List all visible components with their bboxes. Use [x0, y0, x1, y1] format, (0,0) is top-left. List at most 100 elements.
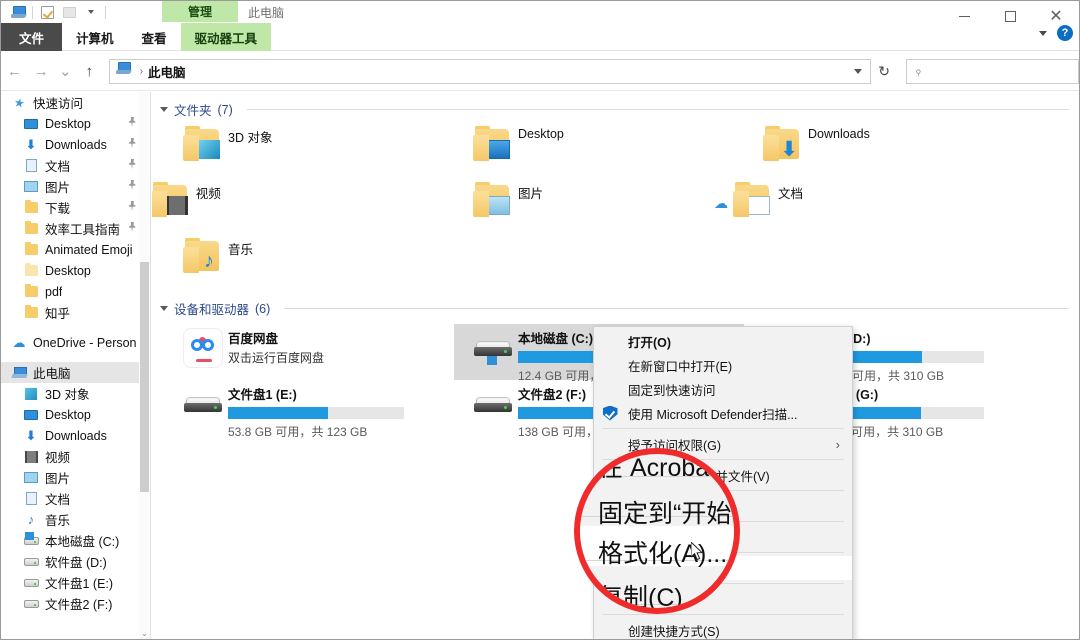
sidebar-item-21[interactable]: 软件盘 (D:) [1, 551, 150, 572]
sidebar-item-22[interactable]: 文件盘1 (E:) [1, 572, 150, 593]
sidebar-item-3[interactable]: 文档 [1, 155, 150, 176]
context-menu-item-label: 在新窗口中打开(E) [628, 356, 732, 375]
sidebar-item-18[interactable]: 文档 [1, 488, 150, 509]
sidebar-item-17[interactable]: 图片 [1, 467, 150, 488]
context-menu-item[interactable]: 打开(O) [594, 329, 852, 353]
navigation-pane[interactable]: ★快速访问Desktop⬇Downloads文档图片下载效率工具指南Animat… [1, 92, 151, 640]
context-menu-item[interactable]: 使用 Microsoft Defender扫描... [594, 401, 852, 425]
chevron-down-icon[interactable] [160, 107, 168, 112]
folders-group-header[interactable]: 文件夹 (7) [152, 92, 1079, 119]
drive-icon [468, 380, 518, 428]
sidebar-item-0[interactable]: ★ 快速访问 [1, 92, 150, 113]
folder-name: 音乐 [228, 239, 253, 258]
tab-computer[interactable]: 计算机 [62, 23, 128, 51]
sidebar-item-label: Downloads [45, 138, 107, 152]
sidebar-item-10[interactable]: 知乎 [1, 302, 150, 323]
sidebar-item-1[interactable]: Desktop [1, 113, 150, 134]
folder-tile[interactable]: 3D 对象 [164, 121, 454, 177]
context-menu-item[interactable]: 创建快捷方式(S) [594, 618, 852, 640]
breadcrumb-item-this-pc[interactable]: 此电脑 [148, 62, 186, 81]
baidu-netdisk-icon [178, 324, 228, 372]
sidebar-item-2[interactable]: ⬇Downloads [1, 134, 150, 155]
magnified-menu-item[interactable]: 固定到“开始”屏幕 [598, 494, 740, 530]
devices-group-header[interactable]: 设备和驱动器 (6) [152, 289, 1079, 318]
folder-tile[interactable]: Desktop [454, 121, 744, 177]
folder-tile[interactable]: ⟳视频 [164, 177, 454, 233]
sidebar-item-20[interactable]: 本地磁盘 (C:) [1, 530, 150, 551]
sidebar-item-9[interactable]: pdf [1, 281, 150, 302]
pin-icon[interactable] [128, 222, 138, 234]
drive-windows-icon [468, 324, 518, 372]
context-menu-item[interactable]: 在新窗口中打开(E) [594, 353, 852, 377]
pin-icon[interactable] [128, 138, 138, 150]
navigation-scrollbar[interactable]: ⌄ [139, 92, 150, 640]
sidebar-item-13[interactable]: 3D 对象 [1, 383, 150, 404]
magnified-menu-item[interactable]: 在 Acrobat 中合并文件(V) [598, 454, 740, 484]
magnified-menu-item[interactable]: 格式化(A)... [598, 534, 740, 570]
back-button[interactable]: ← [1, 57, 28, 85]
empty-cell [744, 233, 1034, 289]
chevron-down-icon[interactable] [1039, 31, 1047, 36]
sidebar-item-label: 软件盘 (D:) [45, 552, 107, 571]
chevron-down-icon[interactable] [854, 69, 862, 74]
sidebar-item-label: 视频 [45, 447, 70, 466]
chevron-down-icon[interactable] [160, 306, 168, 311]
scrollbar-thumb[interactable] [140, 262, 149, 492]
cloud-icon: ☁ [11, 335, 27, 351]
app-tile[interactable]: 百度网盘双击运行百度网盘 [164, 324, 454, 380]
sidebar-item-5[interactable]: 下载 [1, 197, 150, 218]
forward-button[interactable]: → [28, 57, 55, 85]
sidebar-item-15[interactable]: ⬇Downloads [1, 425, 150, 446]
sidebar-item-11[interactable]: ☁OneDrive - Person [1, 332, 150, 353]
sidebar-item-7[interactable]: Animated Emoji [1, 239, 150, 260]
help-icon[interactable]: ? [1057, 25, 1073, 41]
up-button[interactable]: ↑ [76, 57, 103, 85]
sidebar-item-4[interactable]: 图片 [1, 176, 150, 197]
sidebar-item-16[interactable]: 视频 [1, 446, 150, 467]
folder-name: 3D 对象 [228, 127, 272, 146]
folder-tile[interactable]: ♪音乐 [164, 233, 454, 289]
3d-objects-icon [23, 386, 39, 402]
folder-documents-icon [728, 177, 778, 225]
pin-icon[interactable] [128, 159, 138, 171]
this-pc-icon[interactable] [7, 2, 29, 22]
folder-icon [23, 242, 39, 258]
customize-dropdown-icon[interactable] [80, 2, 102, 22]
sidebar-item-label: 快速访问 [33, 93, 83, 112]
context-menu-item[interactable]: 固定到快速访问 [594, 377, 852, 401]
drive-tile[interactable]: 文件盘1 (E:)53.8 GB 可用，共 123 GB [164, 380, 454, 436]
folder-icon [23, 305, 39, 321]
sidebar-item-23[interactable]: 文件盘2 (F:) [1, 593, 150, 614]
recent-locations-button[interactable]: ⌄ [55, 57, 76, 85]
sidebar-item-8[interactable]: Desktop [1, 260, 150, 281]
search-box[interactable]: ⌕ [906, 59, 1079, 84]
desktop-icon [23, 116, 39, 132]
spacer [1, 323, 150, 332]
folder-videos-icon [152, 177, 196, 225]
new-folder-icon[interactable] [58, 2, 80, 22]
folder-tile[interactable]: ⬇Downloads [744, 121, 1034, 177]
pin-icon[interactable] [128, 180, 138, 192]
drive-windows-icon [23, 533, 39, 549]
folder-tile[interactable]: ☁文档 [744, 177, 1034, 233]
tab-file[interactable]: 文件 [1, 23, 62, 51]
sidebar-item-14[interactable]: Desktop [1, 404, 150, 425]
tab-drive-tools[interactable]: 驱动器工具 [181, 23, 272, 51]
pin-icon[interactable] [128, 201, 138, 213]
divider [284, 308, 1069, 309]
ribbon-tabs-bar: 文件 计算机 查看 驱动器工具 ? [1, 23, 1079, 51]
star-icon: ★ [11, 95, 27, 111]
sidebar-item-label: 本地磁盘 (C:) [45, 531, 119, 550]
chevron-down-icon[interactable]: ⌄ [139, 626, 150, 640]
properties-icon[interactable] [36, 2, 58, 22]
tab-view[interactable]: 查看 [128, 23, 181, 51]
folder-tile[interactable]: 图片 [454, 177, 744, 233]
this-pc-icon [11, 365, 27, 381]
refresh-button[interactable]: ↻ [872, 59, 897, 84]
folder-3d-objects-icon [178, 121, 228, 169]
sidebar-item-6[interactable]: 效率工具指南 [1, 218, 150, 239]
breadcrumb[interactable]: › 此电脑 [109, 59, 871, 84]
sidebar-item-19[interactable]: ♪音乐 [1, 509, 150, 530]
pin-icon[interactable] [128, 117, 138, 129]
sidebar-item-12[interactable]: 此电脑 [1, 362, 150, 383]
